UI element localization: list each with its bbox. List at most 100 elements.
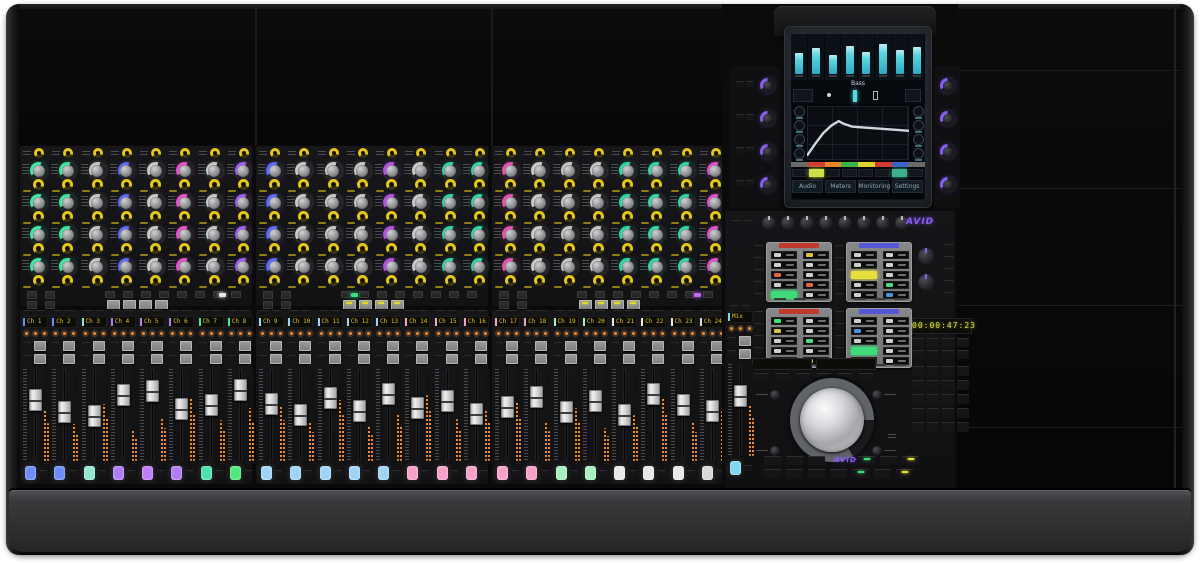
matrix-button[interactable] <box>263 291 273 299</box>
channel-color-button[interactable] <box>229 466 241 480</box>
encoder-knob[interactable] <box>88 258 106 275</box>
strip-tiny-button[interactable] <box>330 310 340 314</box>
select-key[interactable] <box>328 354 341 364</box>
matrix-button[interactable] <box>263 301 273 309</box>
fader-cap[interactable] <box>734 385 747 407</box>
channel-color-button[interactable] <box>83 466 95 480</box>
matrix-button[interactable] <box>159 291 169 298</box>
strip-tiny-button[interactable] <box>642 310 652 314</box>
matrix-button[interactable] <box>377 291 387 298</box>
encoder-knob[interactable] <box>117 162 135 179</box>
strip-tiny-button[interactable] <box>406 310 416 314</box>
fader-cap[interactable] <box>175 398 189 421</box>
strip-tiny-button[interactable] <box>683 310 693 314</box>
channel-color-button[interactable] <box>290 466 302 480</box>
mini-encoder-button[interactable] <box>198 330 206 337</box>
record-safe-key[interactable] <box>238 341 251 351</box>
select-key[interactable] <box>474 354 487 364</box>
record-safe-key[interactable] <box>474 341 487 351</box>
strip-small-button[interactable] <box>524 355 533 363</box>
select-key[interactable] <box>387 354 399 364</box>
fader-cap[interactable] <box>411 397 425 419</box>
attention-button[interactable] <box>393 470 400 476</box>
record-safe-key[interactable] <box>328 341 341 351</box>
select-key[interactable] <box>445 354 458 364</box>
matrix-button[interactable] <box>431 291 441 298</box>
fader-cap[interactable] <box>647 383 661 405</box>
strip-small-button[interactable] <box>110 342 119 350</box>
encoder-knob[interactable] <box>59 162 77 179</box>
transport-key[interactable] <box>874 469 891 478</box>
matrix-button[interactable] <box>177 291 187 298</box>
matrix-button[interactable] <box>45 291 55 299</box>
strip-tiny-button[interactable] <box>272 310 281 314</box>
strip-small-button[interactable] <box>641 342 650 350</box>
matrix-button[interactable] <box>649 291 659 298</box>
mini-encoder-button[interactable] <box>463 330 471 337</box>
strip-tiny-button[interactable] <box>94 310 104 314</box>
mini-encoder-button[interactable] <box>158 330 165 337</box>
mini-encoder-button[interactable] <box>52 330 60 337</box>
mini-encoder-button[interactable] <box>216 330 224 337</box>
mini-encoder-button[interactable] <box>524 330 532 337</box>
strip-small-button[interactable] <box>612 355 620 363</box>
mini-encoder-button[interactable] <box>227 330 235 337</box>
mini-encoder-button[interactable] <box>630 330 637 337</box>
encoder-knob[interactable] <box>88 226 106 243</box>
mini-encoder-button[interactable] <box>621 330 628 337</box>
encoder-knob[interactable] <box>353 258 371 275</box>
encoder-knob[interactable] <box>266 194 283 211</box>
encoder-knob[interactable] <box>266 162 283 179</box>
encoder-knob[interactable] <box>234 162 252 179</box>
encoder-knob[interactable] <box>441 194 459 211</box>
strip-small-button[interactable] <box>524 342 533 350</box>
channel-color-button[interactable] <box>319 466 331 480</box>
encoder-knob[interactable] <box>117 226 135 243</box>
mini-encoder-button[interactable] <box>679 330 687 337</box>
mini-encoder-button[interactable] <box>571 330 579 337</box>
fader-cap[interactable] <box>469 402 483 425</box>
encoder-knob[interactable] <box>234 194 252 211</box>
mini-encoder-button[interactable] <box>245 330 253 337</box>
encoder-knob[interactable] <box>531 258 549 275</box>
strip-tiny-button[interactable] <box>554 310 564 314</box>
fader-cap[interactable] <box>58 400 72 423</box>
encoder-knob[interactable] <box>560 194 578 211</box>
channel-color-button[interactable] <box>25 466 36 480</box>
select-key[interactable] <box>593 354 606 364</box>
mini-encoder-button[interactable] <box>443 330 451 337</box>
mini-encoder-button[interactable] <box>699 330 707 337</box>
encoder-knob[interactable] <box>30 226 47 243</box>
fader-cap[interactable] <box>87 405 101 428</box>
transport-key[interactable] <box>808 469 825 478</box>
mini-encoder-button[interactable] <box>32 330 39 337</box>
encoder-knob[interactable] <box>295 162 313 179</box>
strip-small-button[interactable] <box>553 342 562 350</box>
encoder-knob[interactable] <box>619 162 636 179</box>
strip-tiny-button[interactable] <box>359 310 369 314</box>
mini-encoder-button[interactable] <box>481 330 489 337</box>
numeric-key[interactable] <box>957 380 969 390</box>
strip-small-button[interactable] <box>140 342 148 350</box>
transport-key[interactable] <box>852 469 869 478</box>
encoder-knob[interactable] <box>589 258 607 275</box>
encoder-knob[interactable] <box>295 226 313 243</box>
strip-tiny-button[interactable] <box>583 310 593 314</box>
strip-small-button[interactable] <box>317 342 326 350</box>
strip-small-button[interactable] <box>227 355 236 363</box>
encoder-knob[interactable] <box>59 194 77 211</box>
strip-small-button[interactable] <box>376 355 384 363</box>
strip-tiny-button[interactable] <box>170 310 180 314</box>
encoder-knob[interactable] <box>412 226 430 243</box>
matrix-button[interactable] <box>27 301 37 309</box>
encoder-knob[interactable] <box>441 258 459 275</box>
matrix-button[interactable] <box>123 291 133 298</box>
mini-encoder-button[interactable] <box>178 330 186 337</box>
encoder-knob[interactable] <box>88 194 106 211</box>
encoder-knob[interactable] <box>677 258 695 275</box>
strip-tiny-button[interactable] <box>508 310 517 314</box>
mini-encoder-button[interactable] <box>452 330 460 337</box>
select-key[interactable] <box>270 354 282 364</box>
matrix-button[interactable] <box>359 291 369 298</box>
matrix-button[interactable] <box>45 301 55 309</box>
